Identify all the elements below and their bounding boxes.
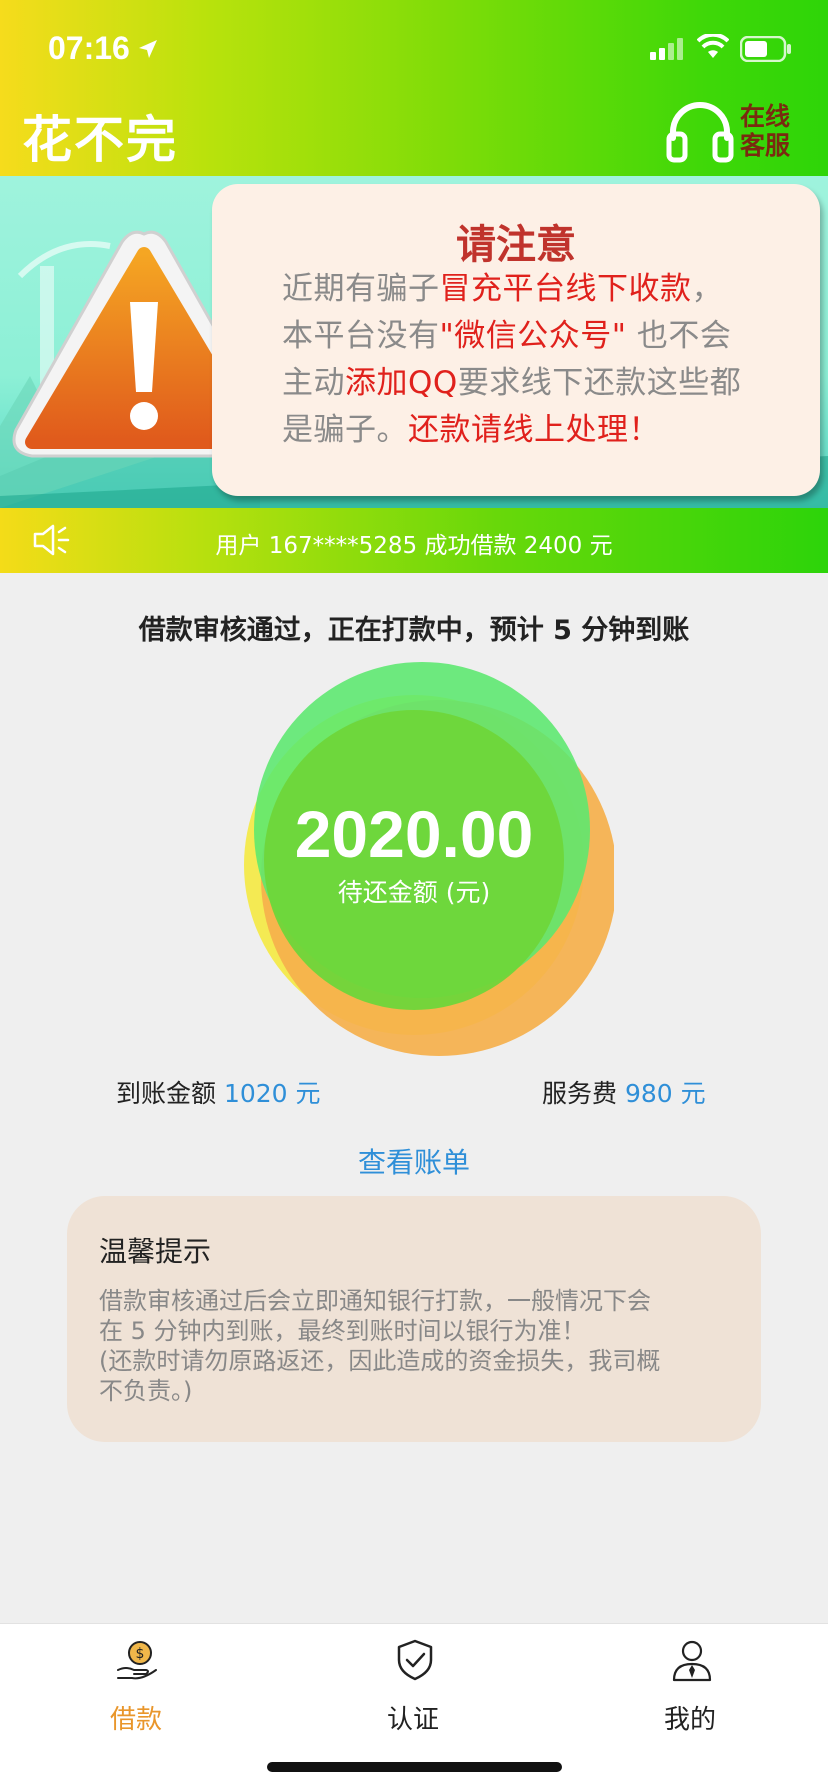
service-fee-label: 服务费 [542, 1079, 618, 1108]
tab-mine[interactable]: 我的 [590, 1624, 790, 1744]
notice-text: 是骗子。 [282, 412, 408, 448]
service-label: 在线 客服 [740, 102, 800, 160]
notice-highlight: 添加QQ [345, 365, 458, 401]
tips-line: 在 5 分钟内到账，最终到账时间以银行为准！ [99, 1317, 586, 1345]
arrival-amount-value: 1020 元 [223, 1079, 321, 1108]
notice-banner[interactable]: 请注意 近期有骗子冒充平台线下收款， 本平台没有"微信公众号" 也不会 主动添加… [0, 176, 828, 508]
notice-card: 请注意 近期有骗子冒充平台线下收款， 本平台没有"微信公众号" 也不会 主动添加… [212, 184, 820, 496]
location-arrow-icon [139, 40, 157, 58]
arrival-amount-label: 到账金额 [116, 1079, 217, 1108]
service-fee-value: 980 元 [624, 1079, 706, 1108]
tab-label: 借款 [109, 1705, 162, 1735]
loan-status-message: 借款审核通过，正在打款中，预计 5 分钟到账 [138, 615, 690, 646]
tips-line: 借款审核通过后会立即通知银行打款，一般情况下会 [99, 1287, 651, 1315]
headset-icon [666, 102, 734, 163]
notice-text: 也不会 [626, 318, 732, 354]
tab-label: 我的 [663, 1705, 716, 1735]
ticker-text: 用户 167****5285 成功借款 2400 元 [215, 533, 613, 559]
tips-body: 借款审核通过后会立即通知银行打款，一般情况下会 在 5 分钟内到账，最终到账时间… [99, 1286, 739, 1406]
tips-title: 温馨提示 [99, 1235, 212, 1268]
svg-text:$: $ [136, 1646, 145, 1662]
notice-text: 要求线下还款这些都 [457, 365, 742, 401]
service-fee: 服务费 980 元 [542, 1074, 706, 1110]
person-icon [672, 1640, 712, 1682]
app-title: 花不完 [22, 111, 178, 169]
tab-verify[interactable]: 认证 [313, 1624, 513, 1744]
notice-highlight: 还款请线上处理！ [408, 412, 660, 448]
repay-amount: 2020.00 [294, 797, 534, 871]
announcement-ticker: 用户 167****5285 成功借款 2400 元 [0, 508, 828, 573]
notice-highlight: 冒充平台线下收款 [439, 271, 692, 307]
money-hand-icon: $ [117, 1641, 157, 1680]
wifi-icon [697, 34, 729, 58]
customer-service-button[interactable]: 在线 客服 [665, 98, 805, 164]
arrival-amount: 到账金额 1020 元 [116, 1074, 321, 1110]
service-label-line2: 客服 [740, 131, 791, 160]
notice-highlight: "微信公众号" [439, 318, 627, 354]
tips-line: 不负责。) [99, 1377, 193, 1405]
notice-text: 主动 [282, 365, 345, 401]
notice-text: 本平台没有 [282, 318, 440, 354]
cellular-signal-icon [650, 38, 683, 60]
tab-label: 认证 [386, 1705, 439, 1735]
tips-line: (还款时请勿原路返还，因此造成的资金损失，我司概 [99, 1347, 661, 1375]
home-indicator [267, 1762, 562, 1772]
status-time: 07:16 [48, 30, 130, 66]
shield-check-icon [397, 1639, 433, 1681]
repay-amount-label: 待还金额 (元) [337, 878, 491, 907]
service-label-line1: 在线 [740, 102, 791, 131]
view-bill-link[interactable]: 查看账单 [0, 1141, 828, 1181]
battery-icon [740, 36, 791, 62]
notice-body: 近期有骗子冒充平台线下收款， 本平台没有"微信公众号" 也不会 主动添加QQ要求… [282, 266, 802, 454]
notice-text: 近期有骗子 [282, 271, 440, 307]
tab-loan[interactable]: $ 借款 [36, 1624, 236, 1744]
notice-title: 请注意 [456, 221, 576, 268]
notice-text: ， [691, 271, 723, 307]
app-header: 07:16 花不完 在线 客服 [0, 0, 828, 176]
tips-card: 温馨提示 借款审核通过后会立即通知银行打款，一般情况下会 在 5 分钟内到账，最… [67, 1196, 761, 1442]
